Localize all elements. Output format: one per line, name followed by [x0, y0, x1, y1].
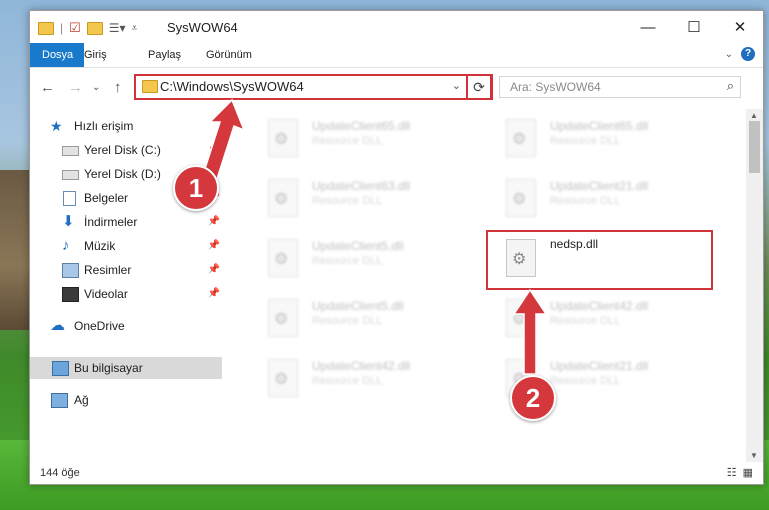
- network-icon: [51, 393, 68, 408]
- ribbon-expand-icon[interactable]: ⌄: [725, 49, 733, 60]
- help-icon[interactable]: ?: [741, 47, 755, 61]
- navigation-bar: ← → ⌄ ↑ C:\Windows\SysWOW64 ⌄ ⟳ Ara: Sys…: [30, 68, 763, 108]
- dll-file-icon: ⚙: [268, 119, 298, 157]
- file-highlight-box: [486, 230, 713, 290]
- file-item[interactable]: ⚙ UpdateClient63.dll Resource DLL: [238, 173, 468, 221]
- separator-icon: |: [60, 21, 64, 35]
- gear-icon: ⚙: [512, 131, 527, 148]
- scroll-up-icon[interactable]: ▲: [750, 111, 758, 120]
- new-folder-icon[interactable]: [86, 21, 103, 35]
- maximize-button[interactable]: ☐: [671, 11, 717, 43]
- star-icon: ★: [50, 118, 63, 134]
- gear-icon: ⚙: [274, 371, 289, 388]
- tab-giris[interactable]: Giriş: [72, 43, 119, 67]
- gear-icon: ⚙: [274, 311, 289, 328]
- sidebar-item-pictures[interactable]: Resimler 📌: [30, 259, 222, 281]
- dll-file-icon: ⚙: [268, 179, 298, 217]
- properties-icon[interactable]: ☑: [69, 20, 81, 36]
- sidebar-item-this-pc[interactable]: Bu bilgisayar: [30, 357, 222, 379]
- pin-icon[interactable]: 📌: [208, 283, 220, 305]
- dll-file-icon: ⚙: [268, 299, 298, 337]
- cloud-icon: ☁: [50, 317, 65, 334]
- computer-icon: [52, 361, 69, 376]
- scroll-thumb[interactable]: [749, 121, 760, 173]
- pictures-icon: [62, 263, 79, 278]
- file-item[interactable]: ⚙ UpdateClient65.dll Resource DLL: [238, 113, 468, 161]
- recent-locations-icon[interactable]: ⌄: [92, 82, 100, 93]
- downloads-icon: ⬇: [62, 213, 75, 230]
- item-count: 144 öğe: [40, 467, 80, 479]
- file-item[interactable]: ⚙ UpdateClient5.dll Resource DLL: [238, 233, 468, 281]
- sidebar-item-network[interactable]: Ağ: [30, 389, 222, 411]
- drive-icon: [62, 146, 79, 156]
- search-box[interactable]: Ara: SysWOW64 ⌕: [499, 76, 741, 98]
- address-folder-icon: [142, 80, 158, 93]
- sidebar-item-onedrive[interactable]: ☁ OneDrive: [30, 315, 222, 337]
- drive-icon: [62, 170, 79, 180]
- file-item[interactable]: ⚙ UpdateClient21.dll Resource DLL: [476, 173, 706, 221]
- vertical-scrollbar[interactable]: ▲ ▼: [746, 109, 763, 462]
- pin-icon[interactable]: 📌: [208, 259, 220, 281]
- large-icons-view-icon[interactable]: ▦: [743, 466, 753, 479]
- address-path[interactable]: C:\Windows\SysWOW64: [160, 79, 304, 94]
- address-bar[interactable]: C:\Windows\SysWOW64 ⌄: [134, 74, 493, 100]
- annotation-arrow-2: [512, 288, 548, 375]
- pin-icon[interactable]: 📌: [208, 211, 220, 233]
- up-icon[interactable]: ↑: [114, 79, 122, 96]
- dll-file-icon: ⚙: [506, 179, 536, 217]
- ribbon-tabs: Dosya Giriş Paylaş Görünüm ⌄ ?: [30, 43, 763, 68]
- documents-icon: [63, 191, 76, 206]
- file-item[interactable]: ⚙ UpdateClient42.dll Resource DLL: [238, 353, 468, 401]
- sidebar-item-videos[interactable]: Videolar 📌: [30, 283, 222, 305]
- scroll-down-icon[interactable]: ▼: [750, 451, 758, 460]
- annotation-badge-2: 2: [510, 375, 556, 421]
- dll-file-icon: ⚙: [268, 359, 298, 397]
- toolbar-dropdown-icon[interactable]: ⩡: [132, 23, 138, 34]
- dll-file-icon: ⚙: [268, 239, 298, 277]
- folder-icon: [38, 21, 54, 35]
- search-placeholder: Ara: SysWOW64: [510, 80, 601, 94]
- file-item[interactable]: ⚙ UpdateClient65.dll Resource DLL: [476, 113, 706, 161]
- sidebar-item-music[interactable]: ♪ Müzik 📌: [30, 235, 222, 257]
- file-list: ⚙ UpdateClient65.dll Resource DLL ⚙ Upda…: [223, 109, 738, 464]
- dll-file-icon: ⚙: [506, 119, 536, 157]
- window-title: SysWOW64: [167, 20, 238, 35]
- gear-icon: ⚙: [274, 251, 289, 268]
- caption-buttons: — ☐ ✕: [625, 11, 763, 43]
- customize-toolbar-icon[interactable]: ☰▾: [109, 21, 126, 35]
- gear-icon: ⚙: [274, 191, 289, 208]
- videos-icon: [62, 287, 79, 302]
- refresh-button[interactable]: ⟳: [466, 74, 492, 100]
- pin-icon[interactable]: 📌: [208, 235, 220, 257]
- file-item[interactable]: ⚙ UpdateClient5.dll Resource DLL: [238, 293, 468, 341]
- back-icon[interactable]: ←: [40, 79, 55, 96]
- gear-icon: ⚙: [274, 131, 289, 148]
- tab-gorunum[interactable]: Görünüm: [194, 43, 264, 67]
- annotation-badge-1: 1: [173, 165, 219, 211]
- sidebar-item-downloads[interactable]: ⬇ İndirmeler 📌: [30, 211, 222, 233]
- status-bar: 144 öğe ☷ ▦: [30, 462, 763, 484]
- explorer-window: | ☑ ☰▾ ⩡ SysWOW64 — ☐ ✕ Dosya Giriş Payl…: [29, 10, 764, 485]
- details-view-icon[interactable]: ☷: [727, 466, 737, 479]
- quick-access-toolbar: | ☑ ☰▾ ⩡: [38, 20, 137, 36]
- music-icon: ♪: [62, 237, 70, 254]
- tab-paylas[interactable]: Paylaş: [136, 43, 193, 67]
- address-dropdown-icon[interactable]: ⌄: [452, 79, 461, 92]
- forward-icon[interactable]: →: [68, 79, 83, 96]
- title-bar: | ☑ ☰▾ ⩡ SysWOW64 — ☐ ✕: [30, 11, 763, 43]
- view-toggle: ☷ ▦: [727, 466, 753, 479]
- minimize-button[interactable]: —: [625, 11, 671, 43]
- close-button[interactable]: ✕: [717, 11, 763, 43]
- gear-icon: ⚙: [512, 191, 527, 208]
- search-icon[interactable]: ⌕: [727, 78, 734, 94]
